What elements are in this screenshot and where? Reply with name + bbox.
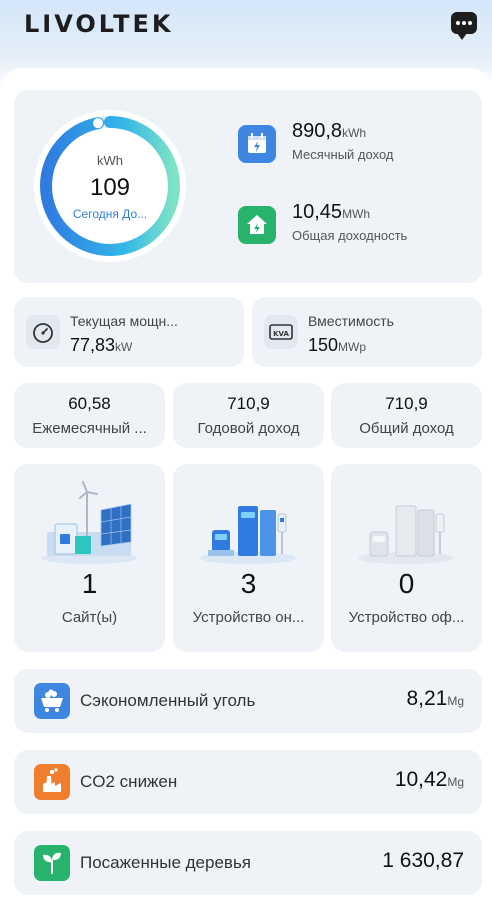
today-unit: kWh [97, 153, 123, 168]
power-value: 77,83 [70, 335, 116, 355]
capacity-label: Вместимость [308, 313, 394, 329]
sites-card[interactable]: 1 Сайт(ы) [14, 464, 165, 652]
annual-income-label: Годовой доход [197, 420, 300, 437]
trees-planted-value: 1 630,87 [382, 849, 464, 872]
capacity-unit: MWp [338, 340, 367, 354]
sites-label: Сайт(ы) [61, 609, 118, 626]
monthly-income-card[interactable]: 60,58 Ежемесячный ... [14, 383, 165, 448]
monthly-label: Месячный доход [292, 147, 394, 162]
power-unit: kW [115, 340, 133, 354]
total-value: 10,45 [292, 201, 343, 223]
coal-saved-unit: Mg [447, 694, 464, 708]
chat-icon[interactable] [451, 12, 477, 40]
today-yield-ring: kWh 109 Сегодня До... [34, 110, 186, 262]
today-value: 109 [89, 174, 131, 201]
coal-saved-label: Сэкономленный уголь [80, 691, 256, 710]
monthly-yield-stat: 890,8kWh Месячный доход [238, 120, 468, 168]
today-label: Сегодня До... [72, 207, 148, 221]
sites-count: 1 [81, 568, 98, 599]
co2-reduced-unit: Mg [447, 775, 464, 789]
total-income-value: 710,9 [385, 394, 428, 413]
monthly-income-value: 60,58 [68, 394, 111, 413]
kva-icon: KVA [264, 315, 298, 349]
total-income-label: Общий доход [359, 420, 454, 437]
monthly-unit: kWh [342, 126, 367, 140]
online-devices-count: 3 [240, 568, 257, 599]
trees-planted-card: Посаженные деревья 1 630,87 [14, 831, 482, 895]
monthly-value: 890,8 [292, 120, 343, 142]
offline-devices-count: 0 [398, 568, 415, 599]
trees-planted-label: Посаженные деревья [80, 853, 252, 872]
capacity-card[interactable]: KVA Вместимость 150MWp [252, 297, 482, 367]
total-label: Общая доходность [292, 228, 408, 243]
power-label: Текущая мощн... [70, 313, 178, 329]
today-yield-card[interactable]: kWh 109 Сегодня До... 890,8kWh Месячный … [14, 90, 482, 283]
capacity-value: 150 [308, 335, 339, 355]
coal-saved-card: Сэкономленный уголь 8,21Mg [14, 669, 482, 733]
offline-device-icon [356, 480, 456, 566]
app-header: LIVOLTEK [0, 0, 492, 70]
calendar-bolt-icon [238, 125, 276, 163]
online-device-icon [198, 480, 298, 566]
online-devices-card[interactable]: 3 Устройство он... [173, 464, 324, 652]
home-bolt-icon [238, 206, 276, 244]
monthly-income-label: Ежемесячный ... [32, 420, 147, 437]
co2-reduced-value: 10,42 [394, 768, 448, 791]
co2-reduced-label: CO2 снижен [80, 772, 178, 791]
offline-devices-label: Устройство оф... [348, 609, 465, 626]
livoltek-logo: LIVOLTEK [24, 10, 174, 38]
solar-site-icon [39, 480, 139, 566]
annual-income-value: 710,9 [227, 394, 270, 413]
offline-devices-card[interactable]: 0 Устройство оф... [331, 464, 482, 652]
total-yield-stat: 10,45MWh Общая доходность [238, 201, 468, 249]
coal-cart-icon [34, 683, 70, 719]
gauge-icon [26, 315, 60, 349]
co2-reduced-card: CO2 снижен 10,42Mg [14, 750, 482, 814]
annual-income-card[interactable]: 710,9 Годовой доход [173, 383, 324, 448]
coal-saved-value: 8,21 [406, 687, 448, 710]
sprout-icon [34, 845, 70, 881]
total-income-card[interactable]: 710,9 Общий доход [331, 383, 482, 448]
online-devices-label: Устройство он... [192, 609, 305, 626]
total-unit: MWh [342, 207, 371, 221]
kva-icon-text: KVA [273, 330, 289, 338]
current-power-card[interactable]: Текущая мощн... 77,83kW [14, 297, 244, 367]
factory-icon [34, 764, 70, 800]
